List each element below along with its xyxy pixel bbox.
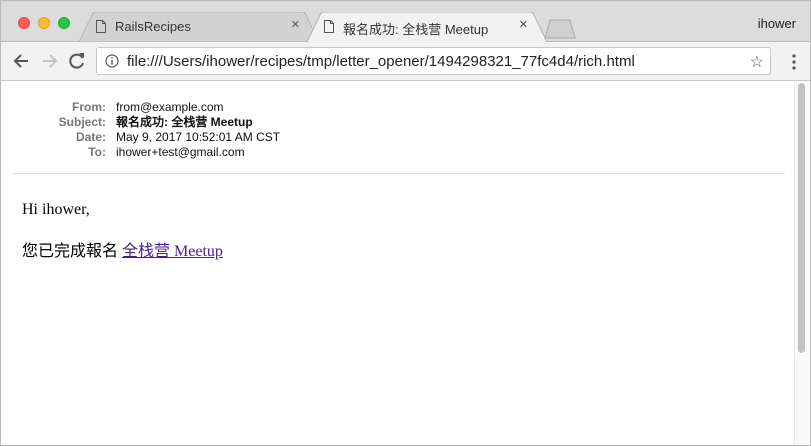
back-arrow-icon[interactable] (12, 51, 32, 71)
header-value: 報名成功: 全栈营 Meetup (116, 115, 253, 129)
header-value: ihower+test@gmail.com (116, 145, 245, 159)
header-label: Date: (75, 130, 106, 144)
forward-arrow-icon[interactable] (39, 51, 59, 71)
vertical-scrollbar[interactable] (794, 81, 809, 445)
message-text: 您已完成報名 (22, 243, 123, 260)
menu-icon[interactable] (792, 54, 796, 70)
browser-toolbar: file:///Users/ihower/recipes/tmp/letter_… (1, 42, 810, 81)
new-tab-button[interactable] (544, 19, 576, 39)
window-maximize-button[interactable] (58, 17, 70, 29)
tab-registration-success[interactable]: 報名成功: 全栈营 Meetup × (307, 12, 547, 42)
header-row-from: From: from@example.com (1, 100, 785, 115)
window-minimize-button[interactable] (38, 17, 50, 29)
tab-title: 報名成功: 全栈营 Meetup (343, 22, 489, 37)
email-message: 您已完成報名 全栈营 Meetup (22, 237, 223, 261)
browser-window: RailsRecipes × 報名成功: 全栈营 Meetup × ihower (0, 0, 811, 446)
tab-title: RailsRecipes (115, 19, 191, 34)
window-close-button[interactable] (18, 17, 30, 29)
tab-strip: RailsRecipes × 報名成功: 全栈营 Meetup × ihower (1, 1, 810, 42)
header-divider (13, 173, 785, 174)
url-text[interactable]: file:///Users/ihower/recipes/tmp/letter_… (127, 53, 635, 70)
email-greeting: Hi ihower, (22, 201, 90, 218)
header-value: May 9, 2017 10:52:01 AM CST (116, 130, 281, 144)
reload-icon[interactable] (67, 51, 87, 71)
header-value: from@example.com (116, 100, 224, 114)
meetup-link[interactable]: 全栈营 Meetup (122, 243, 223, 260)
header-label: From: (72, 100, 106, 114)
document-icon (96, 20, 106, 33)
email-headers: From: from@example.com Subject: 報名成功: 全栈… (1, 100, 785, 160)
document-icon (324, 20, 334, 33)
profile-name[interactable]: ihower (758, 16, 796, 31)
scrollbar-thumb[interactable] (798, 83, 805, 353)
tab-close-icon[interactable]: × (291, 17, 300, 33)
address-bar[interactable]: file:///Users/ihower/recipes/tmp/letter_… (96, 47, 771, 75)
header-row-subject: Subject: 報名成功: 全栈营 Meetup (1, 115, 785, 130)
info-icon[interactable] (105, 54, 119, 68)
header-row-to: To: ihower+test@gmail.com (1, 145, 785, 160)
header-row-date: Date: May 9, 2017 10:52:01 AM CST (1, 130, 785, 145)
header-label: Subject: (58, 115, 106, 129)
bookmark-star-icon[interactable]: ☆ (750, 52, 764, 72)
page-content: From: from@example.com Subject: 報名成功: 全栈… (1, 81, 795, 445)
tab-close-icon[interactable]: × (519, 17, 528, 33)
tab-railsrecipes[interactable]: RailsRecipes × (79, 12, 319, 42)
header-label: To: (88, 145, 106, 159)
